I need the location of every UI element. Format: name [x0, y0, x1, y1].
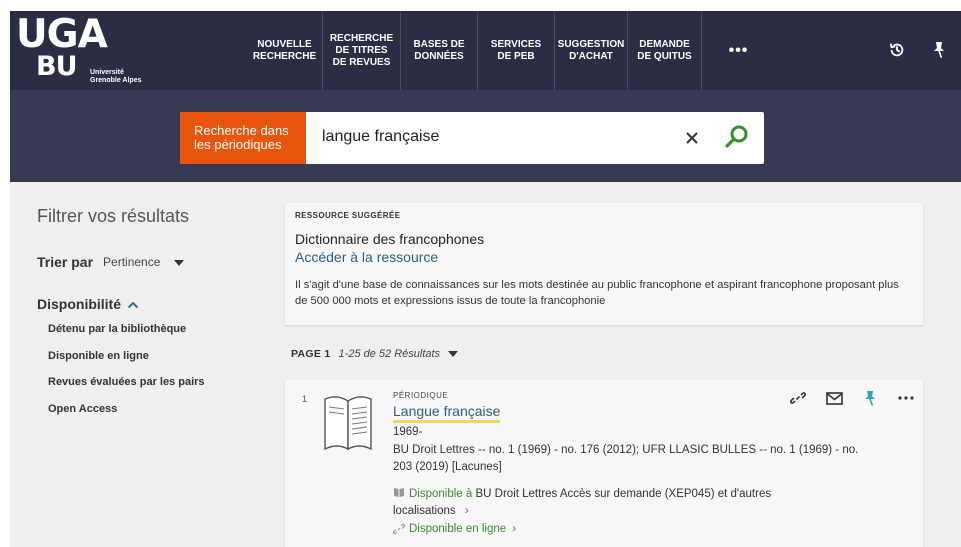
result-title-link[interactable]: Langue française	[393, 404, 501, 423]
main-nav: NOUVELLE RECHERCHE RECHERCHE DE TITRES D…	[247, 11, 775, 90]
result-number: 1	[302, 394, 308, 404]
caret-down-icon[interactable]	[448, 348, 459, 360]
facet-peer-reviewed[interactable]: Revues évaluées par les pairs	[48, 375, 267, 402]
suggested-resource-title: Dictionnaire des francophones	[295, 231, 485, 247]
result-holdings: BU Droit Lettres -- no. 1 (1969) - no. 1…	[393, 444, 859, 473]
availability-facet-toggle[interactable]: Disponibilité	[37, 296, 267, 312]
pin-icon[interactable]	[927, 38, 951, 62]
logo-uga-text: UGA	[16, 12, 108, 57]
facet-available-online[interactable]: Disponible en ligne	[48, 349, 267, 376]
nav-purchase-suggestion[interactable]: SUGGESTION D'ACHAT	[554, 11, 627, 90]
page-label: PAGE 1	[291, 348, 331, 360]
chevron-right-icon[interactable]: ›	[512, 523, 516, 535]
journal-book-icon	[322, 391, 374, 460]
email-icon[interactable]	[823, 389, 845, 407]
more-actions-icon[interactable]	[895, 389, 917, 407]
suggested-resource-link[interactable]: Accéder à la ressource	[295, 249, 913, 265]
results-count[interactable]: 1-25 de 52 Résultats	[339, 348, 441, 360]
pin-record-icon[interactable]	[859, 389, 881, 407]
results-content: Filtrer vos résultats Trier par Pertinen…	[10, 182, 961, 547]
pagination-row: PAGE 1 1-25 de 52 Résultats	[291, 348, 459, 360]
uga-bu-logo[interactable]: UGA BU Université Grenoble Alpes	[14, 13, 154, 89]
facet-held-by-library[interactable]: Détenu par la bibliothèque	[48, 322, 267, 349]
search-input[interactable]: langue française	[322, 128, 439, 146]
result-type: PÉRIODIQUE	[393, 391, 449, 400]
permalink-icon[interactable]	[787, 389, 809, 407]
nav-journal-search[interactable]: RECHERCHE DE TITRES DE REVUES	[322, 11, 400, 90]
chevron-up-icon[interactable]	[127, 296, 139, 312]
clear-search-icon[interactable]	[681, 127, 703, 149]
availability-facet-list: Détenu par la bibliothèque Disponible en…	[37, 322, 267, 428]
caret-down-icon[interactable]	[174, 253, 185, 271]
sort-label: Trier par	[37, 254, 94, 270]
chevron-right-icon[interactable]: ›	[465, 505, 469, 517]
nav-new-search[interactable]: NOUVELLE RECHERCHE	[247, 11, 322, 90]
suggested-resource-kicker: RESSOURCE SUGGÉRÉE	[295, 211, 401, 220]
filters-title: Filtrer vos résultats	[37, 206, 190, 226]
top-navigation-bar: UGA BU Université Grenoble Alpes NOUVELL…	[10, 11, 961, 90]
suggested-resource-description: Il s'agit d'une base de connaissances su…	[295, 279, 899, 307]
nav-more-menu[interactable]: •••	[701, 11, 775, 90]
availability-label: Disponibilité	[37, 296, 121, 312]
online-availability-text: Disponible en ligne	[409, 523, 507, 535]
logo-university-name: Université Grenoble Alpes	[90, 69, 142, 84]
search-icon[interactable]	[724, 124, 750, 150]
sort-control[interactable]: Trier par Pertinence	[37, 253, 267, 271]
search-scope-selector[interactable]: Recherche dans les périodiques	[180, 112, 306, 164]
logo-bu-text: BU	[36, 51, 78, 82]
filters-panel: Filtrer vos résultats Trier par Pertinen…	[37, 206, 267, 428]
sort-value[interactable]: Pertinence	[103, 255, 160, 269]
search-band: Recherche dans les périodiques langue fr…	[10, 90, 961, 182]
result-year: 1969-	[393, 426, 423, 438]
suggested-resource-card: RESSOURCE SUGGÉRÉE Dictionnaire des fran…	[285, 203, 923, 325]
result-actions	[787, 389, 917, 407]
nav-ill-services[interactable]: SERVICES DE PEB	[477, 11, 554, 90]
link-icon	[393, 523, 405, 535]
availability-location[interactable]: Disponible à BU Droit Lettres Accès sur …	[393, 486, 823, 520]
result-item: 1 PÉRIODIQUE Langue française 1969- BU D…	[285, 380, 923, 547]
facet-open-access[interactable]: Open Access	[48, 402, 267, 429]
online-availability-link[interactable]: Disponible en ligne ›	[393, 523, 516, 535]
search-box[interactable]: langue française	[306, 112, 764, 164]
availability-status: Disponible à	[409, 488, 473, 500]
history-icon[interactable]	[885, 38, 909, 62]
nav-quitus-request[interactable]: DEMANDE DE QUITUS	[627, 11, 701, 90]
nav-databases[interactable]: BASES DE DONNÉES	[400, 11, 477, 90]
book-icon	[394, 488, 404, 497]
